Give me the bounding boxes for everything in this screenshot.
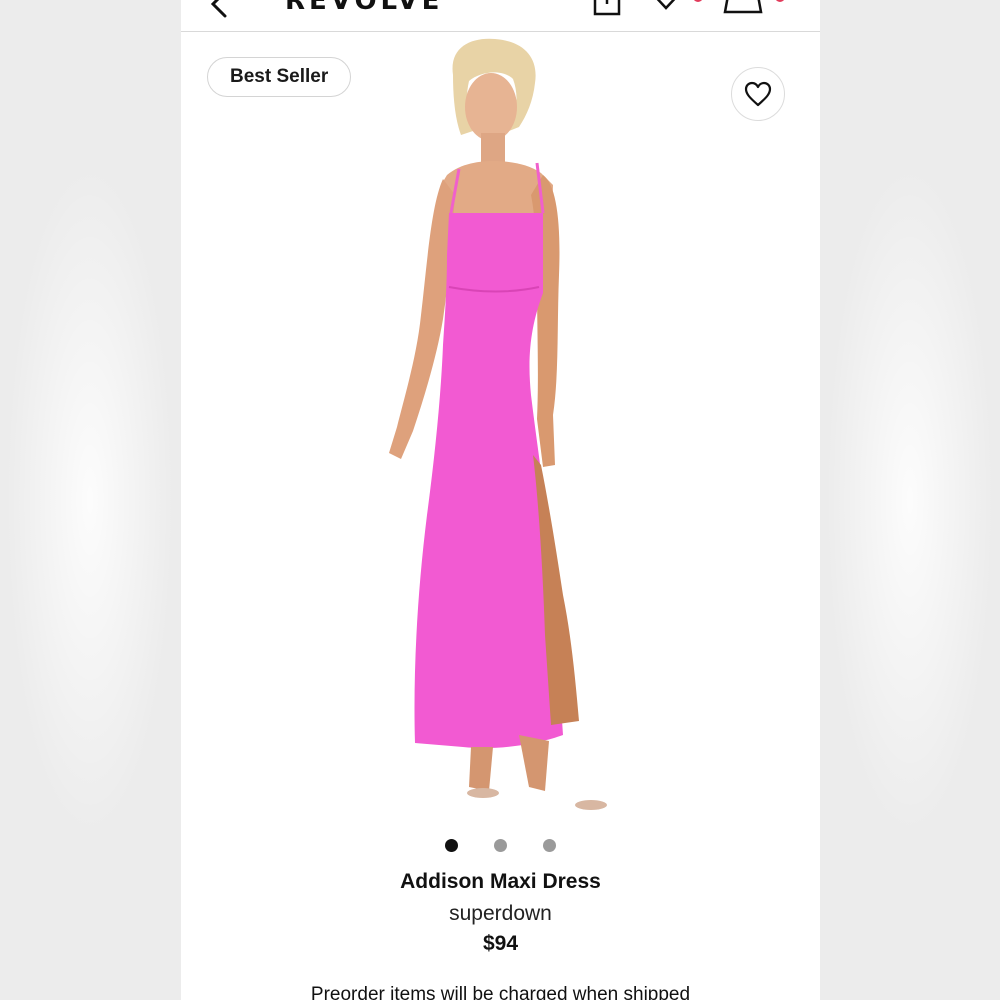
- top-nav-bar: REVOLVE: [181, 0, 820, 32]
- share-icon[interactable]: [591, 0, 625, 16]
- carousel-dot-1[interactable]: [445, 839, 458, 852]
- carousel-dot-2[interactable]: [494, 839, 507, 852]
- preorder-notice: Preorder items will be charged when ship…: [310, 984, 691, 1000]
- product-name: Addison Maxi Dress: [400, 870, 601, 893]
- image-carousel-dots: [181, 838, 820, 854]
- product-brand-link[interactable]: superdown: [181, 902, 820, 926]
- heart-icon: [744, 81, 772, 107]
- best-seller-badge: Best Seller: [207, 57, 352, 97]
- cart-count-badge: [775, 0, 785, 2]
- back-arrow-icon[interactable]: [207, 0, 235, 18]
- app-screen: REVOLVE Best Seller Addison Maxi Dress s…: [181, 0, 820, 1000]
- carousel-dot-3[interactable]: [543, 839, 556, 852]
- product-price: $94: [482, 932, 519, 955]
- favorite-button[interactable]: [731, 67, 785, 121]
- product-image[interactable]: [331, 35, 671, 825]
- wishlist-count-badge: [693, 0, 703, 2]
- heart-icon[interactable]: [649, 0, 683, 14]
- shopping-bag-icon[interactable]: [723, 0, 763, 14]
- brand-logo[interactable]: REVOLVE: [285, 0, 443, 14]
